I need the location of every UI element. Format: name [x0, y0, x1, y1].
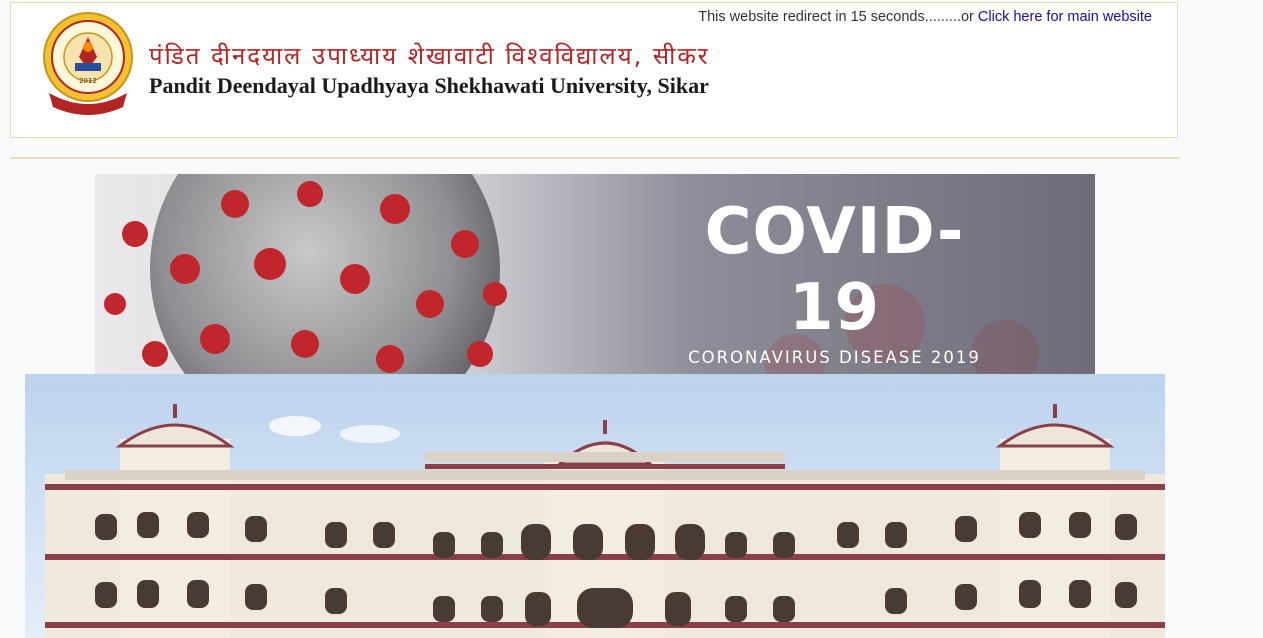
- logo-year: 2012: [79, 77, 97, 85]
- university-logo: 2012: [39, 11, 137, 115]
- header-divider: [10, 157, 1180, 159]
- campus-photo: [25, 374, 1165, 638]
- redirect-notice: This website redirect in 15 seconds.....…: [698, 9, 1152, 25]
- main-website-link[interactable]: Click here for main website: [978, 9, 1152, 25]
- banner-subtitle: CORONAVIRUS DISEASE 2019: [688, 348, 981, 367]
- university-title-hindi: पंडित दीनदयाल उपाध्याय शेखावाटी विश्वविद…: [149, 42, 710, 70]
- redirect-text: This website redirect in 15 seconds.....…: [698, 9, 974, 25]
- university-title-english: Pandit Deendayal Upadhyaya Shekhawati Un…: [149, 73, 709, 98]
- covid-banner: COVID-19 CORONAVIRUS DISEASE 2019: [95, 174, 1095, 374]
- header-box: This website redirect in 15 seconds.....…: [10, 2, 1178, 138]
- banner-title: COVID-19: [704, 195, 965, 345]
